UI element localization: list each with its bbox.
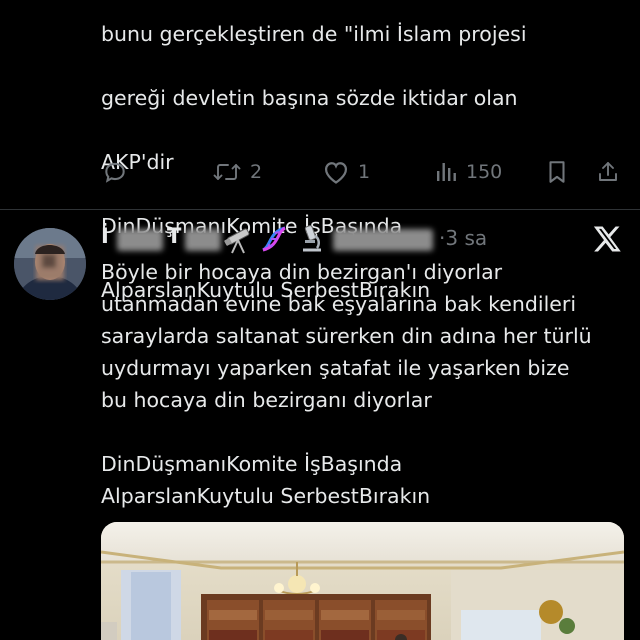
like-button[interactable]: 1 xyxy=(322,158,370,186)
author-name-redacted xyxy=(117,229,163,251)
tweet-header: İ T ·3 sa xyxy=(101,222,621,256)
avatar[interactable] xyxy=(14,228,86,300)
heart-icon xyxy=(324,162,348,184)
like-count: 1 xyxy=(358,161,371,183)
telescope-icon xyxy=(224,228,250,254)
author-initial[interactable]: T xyxy=(167,224,181,248)
retweet-count: 2 xyxy=(250,161,263,183)
reply-icon xyxy=(105,162,125,183)
bookmark-button[interactable] xyxy=(546,158,568,186)
tweet-divider xyxy=(0,209,640,210)
retweet-icon xyxy=(213,164,241,180)
dna-icon xyxy=(262,226,286,252)
text-line: gereği devletin başına sözde iktidar ola… xyxy=(101,86,518,110)
avatar-image xyxy=(14,228,86,300)
previous-tweet: bunu gerçekleştiren de "ilmi İslam proje… xyxy=(0,0,640,302)
action-bar: 2 1 150 xyxy=(0,150,640,194)
author-name-redacted xyxy=(185,229,221,251)
retweet-button[interactable]: 2 xyxy=(212,158,262,186)
author-handle-redacted xyxy=(333,229,433,251)
tweet-paragraph: Böyle bir hocaya din bezirgan'ı diyorlar… xyxy=(101,260,592,412)
tweet-time[interactable]: ·3 sa xyxy=(439,226,487,250)
tweet-hashtags[interactable]: DinDüşmanıKomite İşBaşında AlparslanKuyt… xyxy=(101,448,626,512)
views-count: 150 xyxy=(466,161,503,183)
microscope-icon xyxy=(303,225,321,252)
x-logo-icon[interactable] xyxy=(592,224,622,254)
text-line: bunu gerçekleştiren de "ilmi İslam proje… xyxy=(101,22,527,46)
tweet-media[interactable] xyxy=(101,522,624,640)
tweet-body: Böyle bir hocaya din bezirgan'ı diyorlar… xyxy=(101,256,626,512)
bookmark-icon xyxy=(549,161,565,183)
share-button[interactable] xyxy=(596,158,620,186)
analytics-icon xyxy=(437,163,456,181)
author-initial[interactable]: İ xyxy=(101,224,109,248)
share-icon xyxy=(599,162,617,181)
reply-button[interactable] xyxy=(102,158,128,186)
views-button[interactable]: 150 xyxy=(434,158,502,186)
room-photo xyxy=(101,522,624,640)
